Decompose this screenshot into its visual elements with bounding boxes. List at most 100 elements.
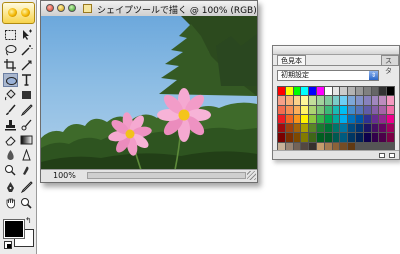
color-swatch[interactable] [356, 96, 363, 105]
color-swatch[interactable] [309, 124, 316, 133]
color-swatch[interactable] [348, 96, 355, 105]
color-swatch[interactable] [348, 87, 355, 96]
color-swatch[interactable] [379, 114, 387, 124]
color-swatch[interactable] [285, 114, 293, 124]
hand-tool-icon[interactable] [3, 196, 18, 210]
color-swatch[interactable] [278, 133, 285, 142]
color-swatch[interactable] [340, 105, 348, 114]
color-swatch[interactable] [278, 105, 285, 114]
color-swatch[interactable] [317, 105, 324, 114]
move-tool-icon[interactable] [19, 28, 34, 42]
color-swatch[interactable] [301, 124, 309, 133]
color-swatch[interactable] [387, 124, 394, 133]
zoom-tool-icon[interactable] [19, 196, 34, 210]
color-swatch[interactable] [317, 96, 324, 105]
color-swatch[interactable] [332, 114, 340, 124]
paint-bucket-tool-icon[interactable] [3, 88, 18, 102]
color-swatch[interactable] [387, 105, 394, 114]
sharpen-tool-icon[interactable] [19, 148, 34, 162]
color-swatch[interactable] [301, 114, 309, 124]
color-swatch[interactable] [363, 105, 371, 114]
color-swatch[interactable] [317, 87, 324, 96]
color-swatch[interactable] [363, 87, 371, 96]
horizontal-scrollbar[interactable] [87, 172, 246, 179]
color-swatch[interactable] [371, 105, 379, 114]
color-swatch[interactable] [285, 124, 293, 133]
color-swatch[interactable] [309, 87, 316, 96]
palette-titlebar[interactable] [273, 46, 399, 55]
color-swatch[interactable] [348, 114, 355, 124]
image-canvas[interactable] [41, 16, 257, 170]
color-swatch[interactable] [340, 124, 348, 133]
color-swatch[interactable] [356, 114, 363, 124]
color-swatch[interactable] [332, 133, 340, 142]
color-swatch[interactable] [387, 87, 394, 96]
default-colors-icon[interactable] [4, 241, 12, 249]
color-swatch[interactable] [356, 87, 363, 96]
color-swatch[interactable] [387, 96, 394, 105]
color-swatch[interactable] [324, 133, 332, 142]
type-tool-icon[interactable] [19, 73, 34, 87]
color-swatch[interactable] [356, 133, 363, 142]
new-swatch-icon[interactable] [379, 153, 385, 158]
color-swatch[interactable] [301, 133, 309, 142]
color-swatch[interactable] [293, 124, 301, 133]
color-swatch[interactable] [363, 133, 371, 142]
swatch-preset-select[interactable]: 初期設定 ⇕ [277, 70, 379, 81]
dodge-tool-icon[interactable] [3, 163, 18, 177]
color-swatch[interactable] [317, 133, 324, 142]
color-swatch[interactable] [301, 105, 309, 114]
history-brush-tool-icon[interactable] [19, 118, 34, 132]
color-swatch[interactable] [371, 87, 379, 96]
app-logo-icon[interactable] [2, 2, 35, 24]
brush-tool-icon[interactable] [3, 103, 18, 117]
color-swatch[interactable] [340, 133, 348, 142]
color-swatch[interactable] [293, 87, 301, 96]
color-swatch[interactable] [371, 114, 379, 124]
color-swatch[interactable] [379, 87, 387, 96]
color-swatch[interactable] [278, 87, 285, 96]
color-swatch[interactable] [324, 105, 332, 114]
color-swatch[interactable] [356, 124, 363, 133]
trash-icon[interactable] [389, 153, 395, 158]
color-swatch[interactable] [340, 114, 348, 124]
blur-tool-icon[interactable] [3, 148, 18, 162]
color-swatch[interactable] [371, 124, 379, 133]
pencil-tool-icon[interactable] [19, 103, 34, 117]
color-swatch[interactable] [363, 96, 371, 105]
color-swatch[interactable] [348, 105, 355, 114]
color-swatch[interactable] [371, 96, 379, 105]
color-swatch[interactable] [293, 96, 301, 105]
color-swatch[interactable] [309, 133, 316, 142]
lasso-tool-icon[interactable] [3, 43, 18, 57]
crop-tool-icon[interactable] [3, 58, 18, 72]
color-swatch[interactable] [379, 96, 387, 105]
color-swatch[interactable] [379, 124, 387, 133]
color-swatch[interactable] [324, 96, 332, 105]
shape-tool-icon[interactable] [3, 73, 18, 87]
color-swatch[interactable] [317, 124, 324, 133]
foreground-color-swatch[interactable] [3, 219, 25, 239]
color-swatch[interactable] [332, 105, 340, 114]
color-swatch[interactable] [371, 133, 379, 142]
eyedropper-tool-icon[interactable] [19, 180, 34, 194]
color-swatch[interactable] [309, 114, 316, 124]
chevron-down-icon[interactable]: ⇕ [369, 71, 378, 80]
color-swatch[interactable] [348, 124, 355, 133]
color-swatch[interactable] [309, 96, 316, 105]
burn-tool-icon[interactable] [19, 163, 34, 177]
color-swatch[interactable] [278, 114, 285, 124]
color-swatch[interactable] [324, 87, 332, 96]
magic-wand-tool-icon[interactable] [19, 43, 34, 57]
color-swatch[interactable] [317, 114, 324, 124]
color-swatch[interactable] [356, 105, 363, 114]
minimize-icon[interactable] [57, 4, 65, 12]
document-titlebar[interactable]: シェイプツールで描く @ 100% (RGB) [41, 1, 257, 17]
eraser-tool-icon[interactable] [3, 133, 18, 147]
slice-tool-icon[interactable] [19, 58, 34, 72]
color-swatch[interactable] [363, 114, 371, 124]
swap-colors-icon[interactable]: ↰ [25, 216, 32, 225]
color-swatch[interactable] [387, 133, 394, 142]
color-swatch[interactable] [309, 105, 316, 114]
color-swatch[interactable] [332, 96, 340, 105]
